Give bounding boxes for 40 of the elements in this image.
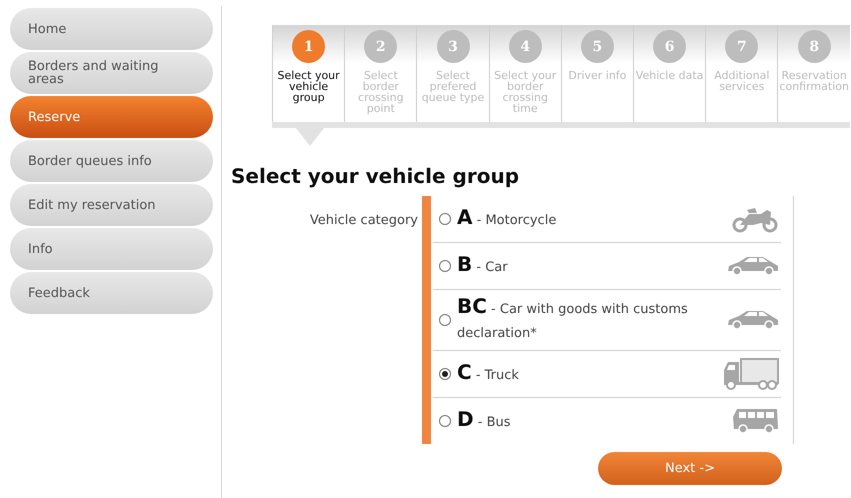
step-label: Select prefered queue type	[420, 70, 486, 103]
step-label: Vehicle data	[634, 70, 704, 81]
sidebar-item[interactable]: Border queues info	[10, 140, 213, 182]
field-label: Vehicle category	[308, 212, 418, 230]
step-number: 7	[725, 30, 758, 63]
step-number: 2	[364, 30, 398, 63]
next-button[interactable]: Next ->	[598, 452, 782, 485]
page-heading: Select your vehicle group	[231, 164, 520, 188]
step-label: Select your vehicle group	[276, 70, 341, 103]
sidebar-item[interactable]: Home	[10, 8, 213, 50]
step-number: 5	[580, 30, 614, 63]
step-label: Select border crossing point	[357, 70, 405, 114]
option-label: BC - Car with goods with customs declaration*	[457, 293, 689, 343]
step-number: 8	[798, 30, 831, 63]
step-label: Additional services	[713, 70, 770, 92]
option-label: B - Car	[457, 251, 509, 278]
truck-icon	[723, 358, 779, 390]
radio-button[interactable]	[439, 368, 451, 380]
sidebar-item[interactable]: Reserve	[10, 96, 213, 138]
car-icon	[727, 310, 779, 330]
option-label: D - Bus	[457, 406, 512, 433]
step-number: 3	[436, 30, 470, 63]
step-label: Driver info	[567, 70, 628, 81]
option-label: A - Motorcycle	[457, 204, 558, 231]
step-label: Select your border crossing time	[493, 70, 558, 114]
sidebar-item[interactable]: Edit my reservation	[10, 184, 213, 226]
sidebar-item[interactable]: Borders and waiting areas	[10, 52, 213, 94]
radio-button[interactable]	[439, 260, 451, 272]
car-icon	[727, 256, 779, 276]
bus-icon	[731, 407, 779, 435]
radio-button[interactable]	[439, 213, 451, 225]
step-number: 4	[508, 30, 542, 63]
sidebar-item[interactable]: Feedback	[10, 272, 213, 314]
step-number: 6	[653, 30, 686, 63]
radio-button[interactable]	[439, 415, 451, 427]
step-label: Reservation confirmation	[778, 70, 850, 92]
step-number: 1	[292, 30, 326, 63]
radio-button[interactable]	[439, 314, 451, 326]
option-label: C - Truck	[457, 359, 520, 386]
sidebar-item[interactable]: Info	[10, 228, 213, 270]
